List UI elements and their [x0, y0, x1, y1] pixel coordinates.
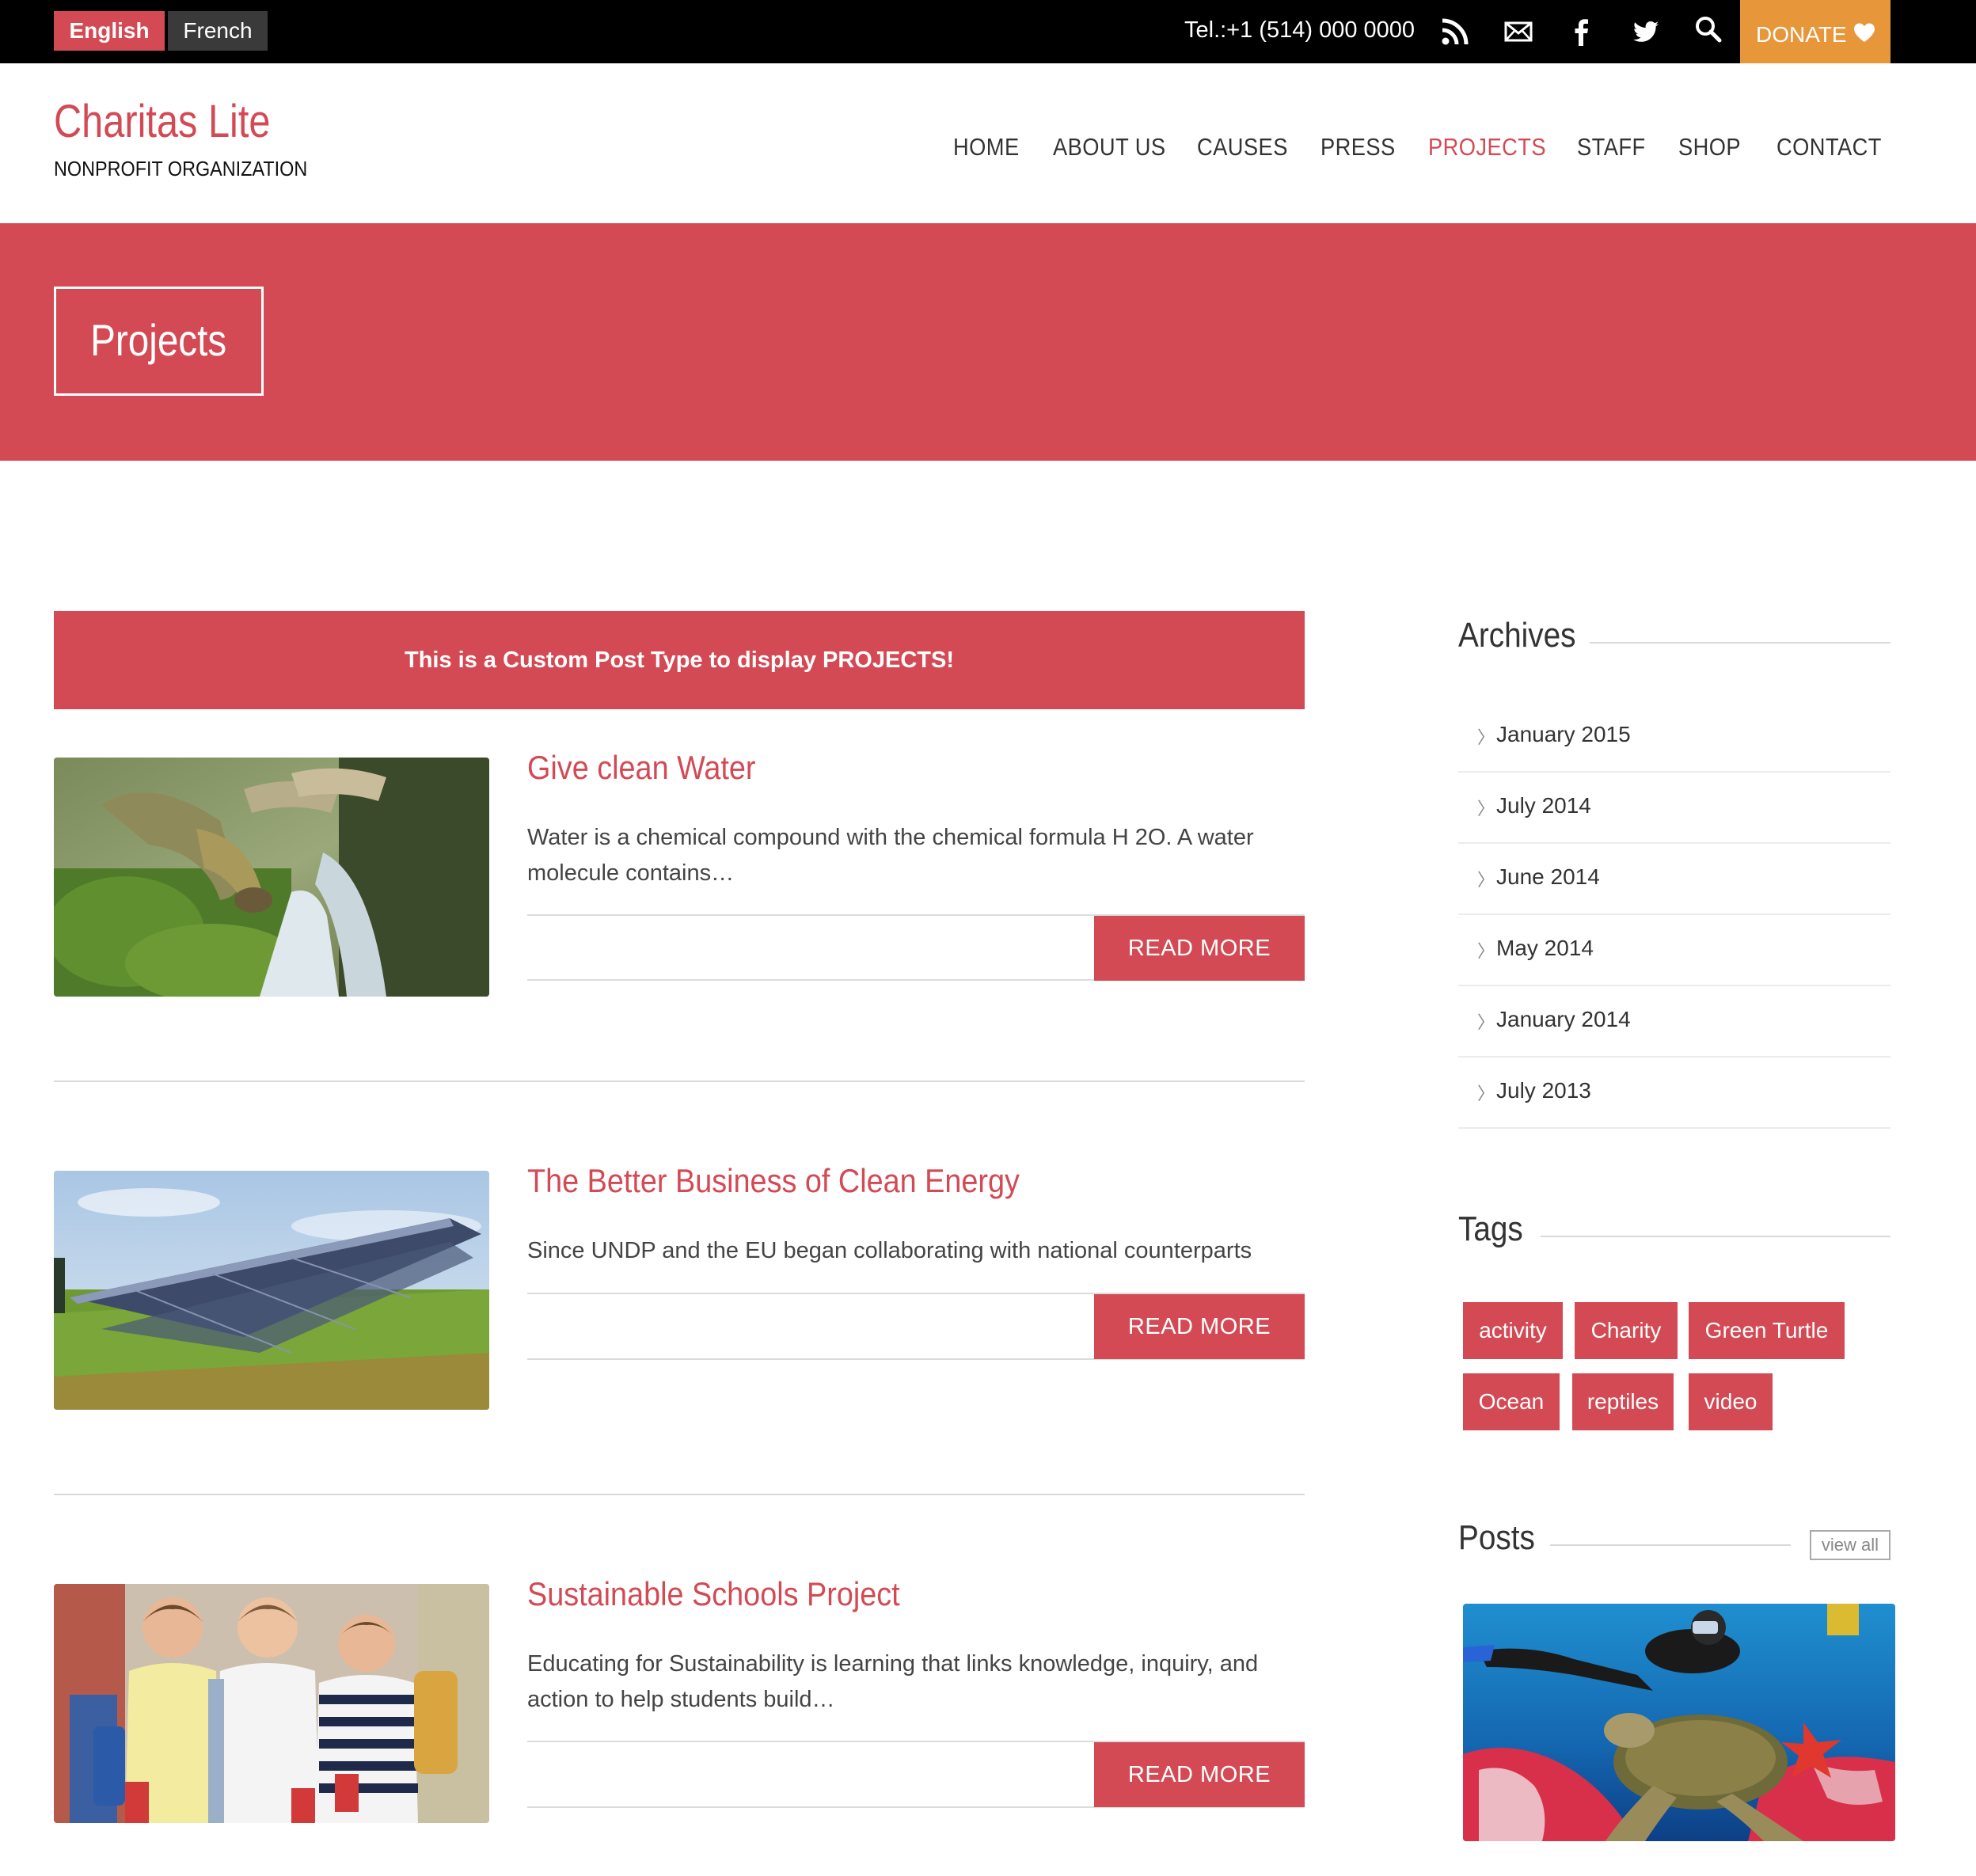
page-title: Projects	[54, 287, 264, 396]
nav-item-contact[interactable]: CONTACT	[1776, 133, 1882, 161]
chevron-right-icon: 〉	[1477, 1012, 1495, 1032]
nav-item-home[interactable]: HOME	[953, 133, 1020, 161]
archive-link[interactable]: 〉 July 2013	[1458, 1058, 1890, 1129]
archive-link-label: July 2014	[1496, 793, 1591, 818]
page-hero-banner	[0, 223, 1976, 461]
archive-link[interactable]: 〉 January 2014	[1458, 986, 1890, 1058]
chevron-right-icon: 〉	[1477, 870, 1495, 890]
tag-link[interactable]: reptiles	[1572, 1373, 1674, 1430]
language-english-button[interactable]: English	[54, 11, 165, 51]
post-excerpt: Educating for Sustainability is learning…	[527, 1651, 1259, 1712]
archive-link[interactable]: 〉 June 2014	[1458, 844, 1890, 915]
read-more-button[interactable]: READ MORE	[1094, 1742, 1305, 1807]
page-title-text: Projects	[90, 315, 227, 365]
archives-title-rule	[1590, 642, 1890, 644]
tags-title-rule	[1541, 1236, 1890, 1237]
post-title-link[interactable]: The Better Business of Clean Energy	[527, 1162, 1020, 1200]
site-tagline: NONPROFIT ORGANIZATION	[54, 157, 308, 180]
tags-widget-title: Tags	[1458, 1210, 1523, 1248]
tag-link[interactable]: Green Turtle	[1689, 1302, 1845, 1359]
post-title-link[interactable]: Give clean Water	[527, 749, 756, 787]
archive-link-label: May 2014	[1496, 936, 1594, 960]
recent-post-image-diver-turtle[interactable]	[1463, 1604, 1895, 1841]
tag-link[interactable]: Charity	[1575, 1302, 1678, 1359]
tag-link[interactable]: Ocean	[1463, 1373, 1560, 1430]
top-bar	[0, 0, 1976, 63]
archive-link[interactable]: 〉 January 2015	[1458, 701, 1890, 773]
chevron-right-icon: 〉	[1477, 1084, 1495, 1103]
posts-widget-title: Posts	[1458, 1518, 1535, 1557]
posts-title-rule	[1550, 1544, 1791, 1546]
read-more-button[interactable]: READ MORE	[1094, 916, 1305, 981]
site-brand-link[interactable]: Charitas Lite	[54, 95, 271, 148]
language-french-button[interactable]: French	[168, 11, 268, 51]
post-excerpt: Since UNDP and the EU began collaboratin…	[527, 1238, 1252, 1263]
chevron-right-icon: 〉	[1477, 941, 1495, 961]
rss-icon[interactable]	[1439, 16, 1471, 47]
donate-button[interactable]: DONATE	[1740, 0, 1890, 63]
donate-label: DONATE	[1756, 22, 1847, 47]
custom-post-type-notice: This is a Custom Post Type to display PR…	[54, 611, 1305, 709]
post-image-water-tap[interactable]	[54, 758, 489, 997]
archives-widget-title: Archives	[1458, 616, 1576, 655]
search-icon[interactable]	[1693, 14, 1724, 46]
nav-item-about-us[interactable]: ABOUT US	[1053, 133, 1165, 161]
tag-link[interactable]: video	[1689, 1373, 1773, 1430]
twitter-icon[interactable]	[1629, 16, 1661, 47]
nav-item-staff[interactable]: STAFF	[1577, 133, 1646, 161]
view-all-button[interactable]: view all	[1810, 1530, 1890, 1560]
archive-link[interactable]: 〉 July 2014	[1458, 773, 1890, 844]
post-title-link[interactable]: Sustainable Schools Project	[527, 1575, 900, 1613]
nav-item-press[interactable]: PRESS	[1320, 133, 1396, 161]
nav-item-projects[interactable]: PROJECTS	[1428, 133, 1546, 161]
archive-link[interactable]: 〉 May 2014	[1458, 915, 1890, 986]
archive-link-label: January 2015	[1496, 722, 1631, 746]
nav-item-causes[interactable]: CAUSES	[1197, 133, 1288, 161]
post-excerpt: Water is a chemical compound with the ch…	[527, 825, 1254, 886]
heart-icon	[1854, 23, 1875, 42]
read-more-button[interactable]: READ MORE	[1094, 1294, 1305, 1359]
facebook-icon[interactable]	[1566, 16, 1598, 47]
chevron-right-icon: 〉	[1477, 799, 1495, 818]
post-separator	[54, 1080, 1305, 1082]
chevron-right-icon: 〉	[1477, 727, 1495, 747]
nav-item-shop[interactable]: SHOP	[1678, 133, 1741, 161]
post-separator	[54, 1494, 1305, 1495]
post-image-schoolboys[interactable]	[54, 1584, 489, 1823]
mail-icon[interactable]	[1503, 16, 1534, 47]
archive-link-label: June 2014	[1496, 864, 1600, 889]
archive-link-label: July 2013	[1496, 1078, 1591, 1103]
archive-link-label: January 2014	[1496, 1007, 1631, 1031]
post-image-solar-panels[interactable]	[54, 1171, 489, 1410]
tag-link[interactable]: activity	[1463, 1302, 1563, 1359]
phone-number: Tel.:+1 (514) 000 0000	[1184, 17, 1416, 43]
